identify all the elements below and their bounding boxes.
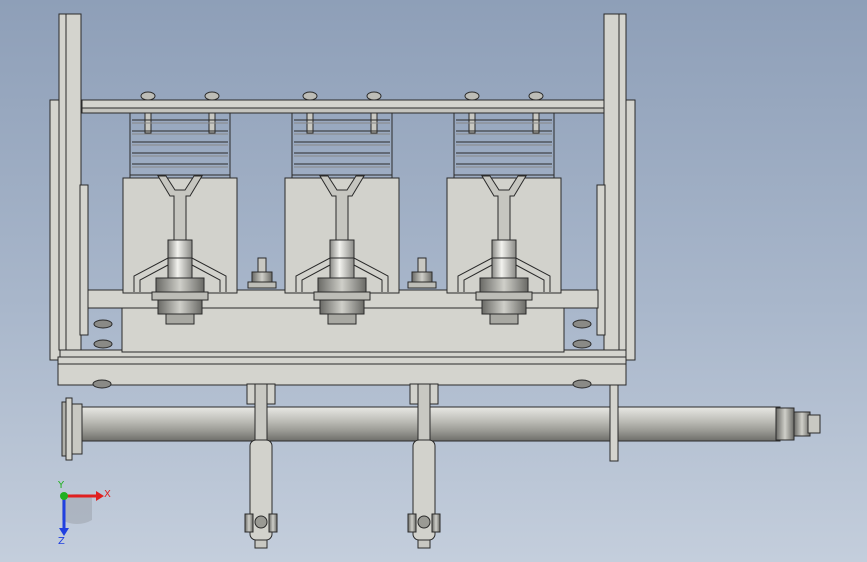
mid-stud — [407, 257, 437, 289]
side-bolt — [93, 319, 113, 329]
top-bolt-head — [528, 91, 544, 101]
poles — [122, 91, 562, 325]
left-side-plate — [58, 13, 82, 351]
top-bolt-head — [366, 91, 382, 101]
right-shaft-support — [609, 384, 619, 462]
top-crossbar — [81, 99, 605, 109]
right-side-plate — [603, 13, 627, 351]
side-bolt — [92, 379, 112, 389]
base-channel — [57, 356, 627, 386]
top-bolt-head — [302, 91, 318, 101]
contact-rod — [491, 239, 517, 281]
hex-nut-lower — [157, 299, 203, 315]
stud-washer — [407, 281, 437, 289]
terminal-boss — [327, 313, 357, 325]
y-axis-label: Y — [57, 480, 65, 491]
lever-pin-nut-right — [268, 513, 278, 533]
stud-nut — [411, 271, 433, 283]
mid-stud — [247, 257, 277, 289]
x-axis-arrowhead — [96, 491, 104, 501]
top-bolt-head — [464, 91, 480, 101]
hex-nut-upper — [317, 277, 367, 293]
x-axis-label: X — [104, 489, 111, 500]
side-bolt — [572, 379, 592, 389]
z-axis-label: Z — [58, 536, 65, 547]
contact-rod — [167, 239, 193, 281]
top-bolt-head — [140, 91, 156, 101]
side-bolt — [93, 339, 113, 349]
main-shaft — [61, 384, 821, 462]
stud-nut — [251, 271, 273, 283]
hex-nut-upper — [479, 277, 529, 293]
shaft-end-cap — [775, 407, 795, 441]
lever-pin-nut-left — [244, 513, 254, 533]
washer — [151, 291, 209, 301]
stud-washer — [247, 281, 277, 289]
cad-viewport[interactable]: X Y Z — [0, 0, 867, 562]
pole-3 — [446, 91, 562, 325]
assembly-drawing: X Y Z — [49, 13, 821, 549]
pole-1 — [122, 91, 238, 325]
lever-pin-nut-right — [431, 513, 441, 533]
lever-pin — [254, 515, 268, 529]
lever-pin-nut-left — [407, 513, 417, 533]
y-axis-dot — [60, 492, 68, 500]
right-bracket-outer — [625, 99, 636, 361]
hex-nut-lower — [319, 299, 365, 315]
washer — [313, 291, 371, 301]
left-inner-plate — [79, 184, 89, 336]
coordinate-triad: X Y Z — [57, 480, 111, 547]
top-bolt-head — [204, 91, 220, 101]
hex-nut-lower — [481, 299, 527, 315]
washer — [475, 291, 533, 301]
right-inner-plate — [596, 184, 606, 336]
side-bolt — [572, 339, 592, 349]
contact-rod — [329, 239, 355, 281]
terminal-boss — [165, 313, 195, 325]
pole-2 — [284, 91, 400, 325]
hex-nut-upper — [155, 277, 205, 293]
lever-pin — [417, 515, 431, 529]
side-bolt — [572, 319, 592, 329]
z-axis-arrowhead — [59, 528, 69, 536]
terminal-boss — [489, 313, 519, 325]
